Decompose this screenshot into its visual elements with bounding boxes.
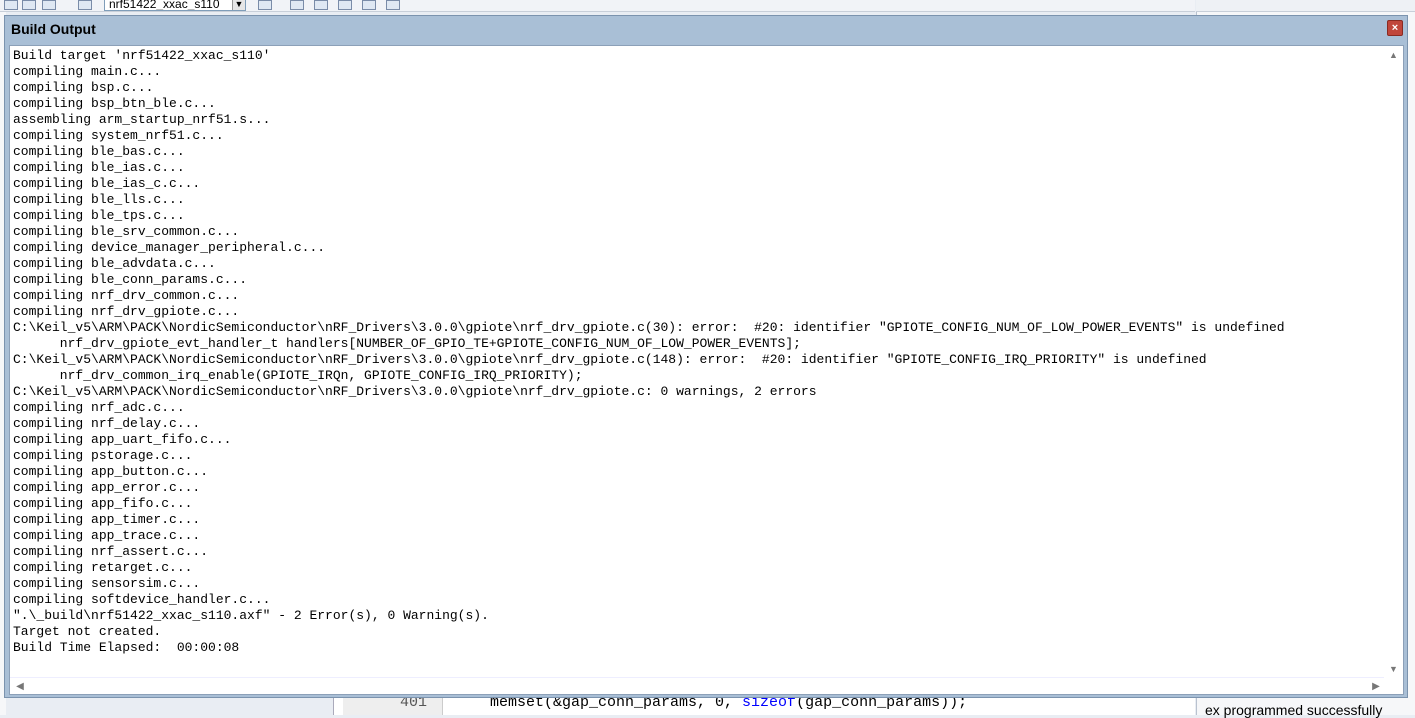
chevron-down-icon[interactable]: ▼ xyxy=(232,0,245,10)
output-line: Build target 'nrf51422_xxac_s110' xyxy=(13,48,271,63)
scrollbar-corner xyxy=(1384,677,1403,694)
scroll-right-icon[interactable]: ▶ xyxy=(1368,678,1384,695)
output-line: compiling bsp.c... xyxy=(13,80,154,95)
output-line: compiling ble_tps.c... xyxy=(13,208,185,223)
output-line: compiling bsp_btn_ble.c... xyxy=(13,96,216,111)
output-line: compiling ble_srv_common.c... xyxy=(13,224,240,239)
output-line: compiling ble_conn_params.c... xyxy=(13,272,248,287)
output-line: compiling ble_advdata.c... xyxy=(13,256,216,271)
toolbar: nrf51422_xxac_s110 ▼ xyxy=(0,0,1195,12)
output-line: compiling system_nrf51.c... xyxy=(13,128,224,143)
toolbar-icon[interactable] xyxy=(42,0,56,10)
scroll-up-icon[interactable]: ▲ xyxy=(1384,48,1403,62)
output-line: compiling app_error.c... xyxy=(13,480,201,495)
output-line: compiling ble_ias_c.c... xyxy=(13,176,201,191)
output-line: compiling ble_lls.c... xyxy=(13,192,185,207)
build-output-panel: Build Output × Build target 'nrf51422_xx… xyxy=(4,15,1408,698)
toolbar-icon[interactable] xyxy=(386,0,400,10)
output-line: C:\Keil_v5\ARM\PACK\NordicSemiconductor\… xyxy=(13,384,817,399)
vertical-scrollbar[interactable]: ▲ ▼ xyxy=(1384,46,1403,678)
horizontal-scrollbar[interactable]: ◀ ▶ xyxy=(10,677,1386,694)
output-line: compiling nrf_delay.c... xyxy=(13,416,201,431)
scroll-left-icon[interactable]: ◀ xyxy=(12,678,28,695)
toolbar-icon[interactable] xyxy=(258,0,272,10)
output-line: compiling nrf_drv_common.c... xyxy=(13,288,240,303)
output-line: nrf_drv_common_irq_enable(GPIOTE_IRQn, G… xyxy=(13,368,583,383)
output-line: compiling app_button.c... xyxy=(13,464,209,479)
output-line: compiling softdevice_handler.c... xyxy=(13,592,271,607)
output-line: compiling app_trace.c... xyxy=(13,528,201,543)
output-line: compiling pstorage.c... xyxy=(13,448,193,463)
output-line: C:\Keil_v5\ARM\PACK\NordicSemiconductor\… xyxy=(13,320,1285,335)
toolbar-icon[interactable] xyxy=(22,0,36,10)
output-line: compiling nrf_assert.c... xyxy=(13,544,209,559)
output-line: compiling app_uart_fifo.c... xyxy=(13,432,232,447)
output-line: compiling sensorsim.c... xyxy=(13,576,201,591)
toolbar-icon[interactable] xyxy=(314,0,328,10)
toolbar-icon[interactable] xyxy=(290,0,304,10)
output-line: compiling nrf_adc.c... xyxy=(13,400,185,415)
output-line: assembling arm_startup_nrf51.s... xyxy=(13,112,271,127)
output-line: ".\_build\nrf51422_xxac_s110.axf" - 2 Er… xyxy=(13,608,489,623)
output-line: compiling main.c... xyxy=(13,64,162,79)
right-pane-header xyxy=(1196,0,1415,12)
toolbar-icon[interactable] xyxy=(4,0,18,10)
toolbar-icon[interactable] xyxy=(78,0,92,10)
toolbar-icon[interactable] xyxy=(362,0,376,10)
output-content[interactable]: Build target 'nrf51422_xxac_s110' compili… xyxy=(9,45,1404,695)
output-line: compiling app_fifo.c... xyxy=(13,496,193,511)
output-text-area[interactable]: Build target 'nrf51422_xxac_s110' compili… xyxy=(13,48,1378,678)
scroll-down-icon[interactable]: ▼ xyxy=(1384,662,1403,676)
toolbar-icon[interactable] xyxy=(338,0,352,10)
output-line: compiling ble_bas.c... xyxy=(13,144,185,159)
close-icon[interactable]: × xyxy=(1387,20,1403,36)
output-line: compiling retarget.c... xyxy=(13,560,193,575)
output-line: compiling device_manager_peripheral.c... xyxy=(13,240,326,255)
output-line: compiling app_timer.c... xyxy=(13,512,201,527)
target-select-value: nrf51422_xxac_s110 xyxy=(109,0,220,11)
output-line: nrf_drv_gpiote_evt_handler_t handlers[NU… xyxy=(13,336,801,351)
panel-title: Build Output xyxy=(11,21,96,37)
target-select[interactable]: nrf51422_xxac_s110 ▼ xyxy=(104,0,246,11)
output-line: compiling ble_ias.c... xyxy=(13,160,185,175)
output-line: Build Time Elapsed: 00:00:08 xyxy=(13,640,240,655)
output-line: Target not created. xyxy=(13,624,162,639)
status-message: ex programmed successfully xyxy=(1205,702,1383,718)
output-line: C:\Keil_v5\ARM\PACK\NordicSemiconductor\… xyxy=(13,352,1207,367)
output-line: compiling nrf_drv_gpiote.c... xyxy=(13,304,240,319)
